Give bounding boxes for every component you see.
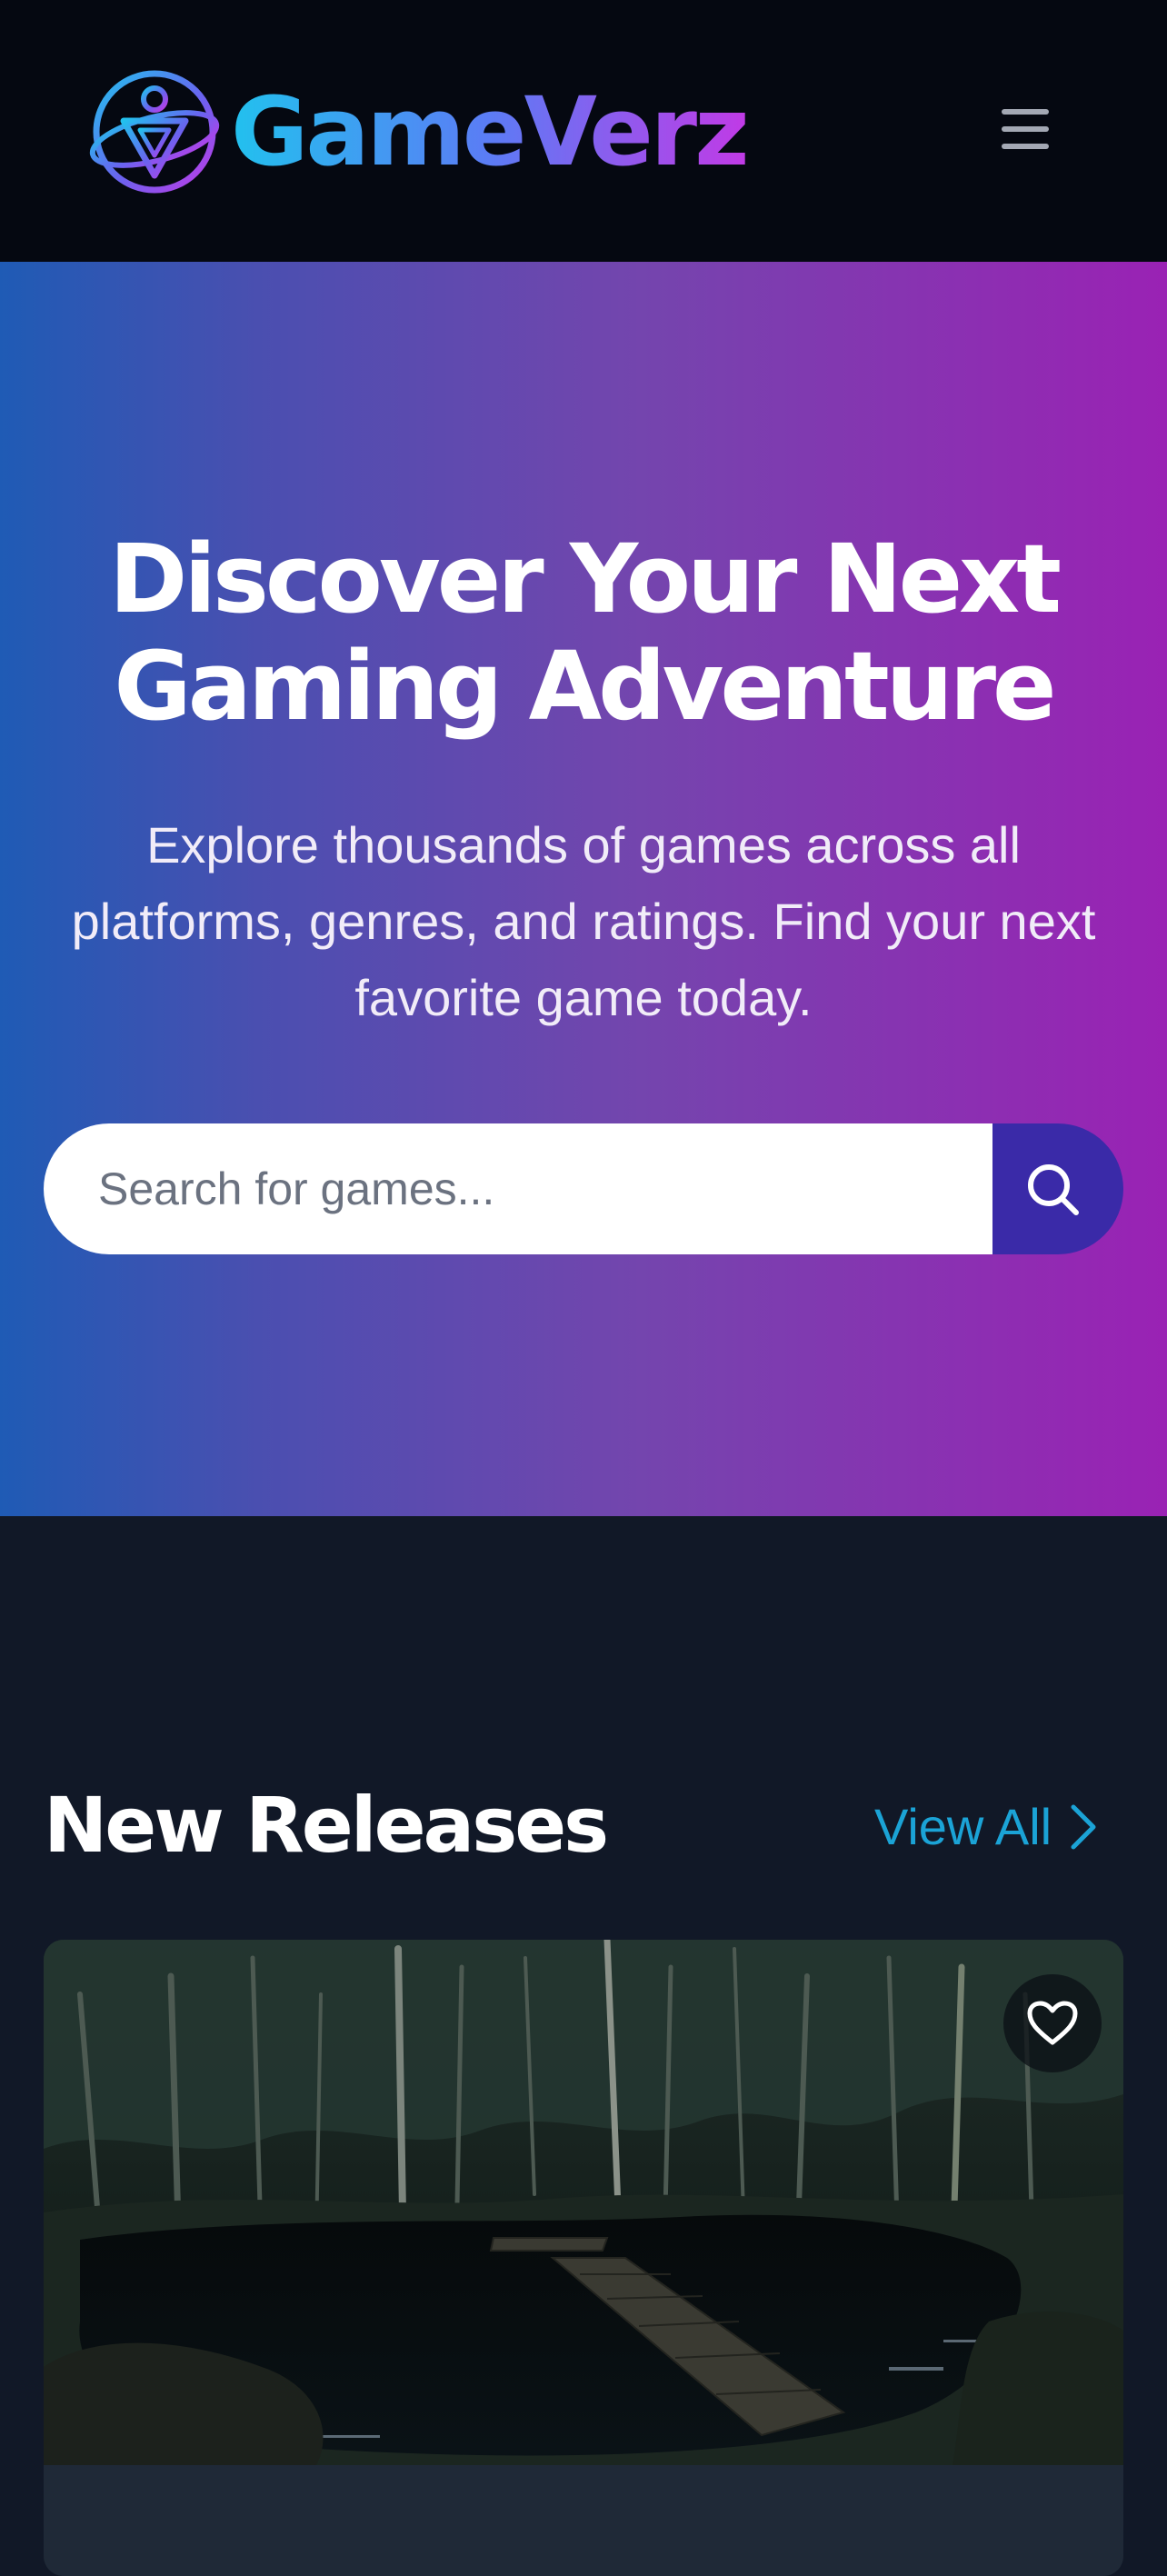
top-header: GameVerz bbox=[0, 0, 1167, 262]
heart-icon bbox=[1027, 2001, 1078, 2045]
brand-name: GameVerz bbox=[231, 76, 750, 187]
search-bar bbox=[44, 1123, 1123, 1254]
menu-line bbox=[1002, 126, 1049, 132]
view-all-label: View All bbox=[874, 1798, 1052, 1855]
new-releases-title: New Releases bbox=[44, 1781, 609, 1870]
game-cover-image bbox=[44, 1940, 1123, 2465]
favorite-button[interactable] bbox=[1003, 1974, 1102, 2072]
view-all-link[interactable]: View All bbox=[874, 1791, 1097, 1863]
menu-line bbox=[1002, 109, 1049, 115]
brand-logo[interactable]: GameVerz bbox=[87, 64, 750, 200]
search-input[interactable] bbox=[44, 1123, 992, 1254]
hamburger-menu-icon[interactable] bbox=[992, 102, 1058, 156]
search-button[interactable] bbox=[992, 1123, 1123, 1254]
game-card-footer bbox=[44, 2465, 1123, 2576]
game-card[interactable] bbox=[44, 1940, 1123, 2576]
chevron-right-icon bbox=[1071, 1804, 1096, 1850]
hero-section: Discover Your Next Gaming Adventure Expl… bbox=[0, 262, 1167, 1516]
menu-line bbox=[1002, 144, 1049, 149]
hero-title: Discover Your Next Gaming Adventure bbox=[109, 524, 1062, 742]
search-icon bbox=[1028, 1164, 1079, 1215]
gameverz-logo-icon bbox=[89, 70, 220, 194]
hero-subtitle: Explore thousands of games across all pl… bbox=[71, 816, 1096, 1026]
